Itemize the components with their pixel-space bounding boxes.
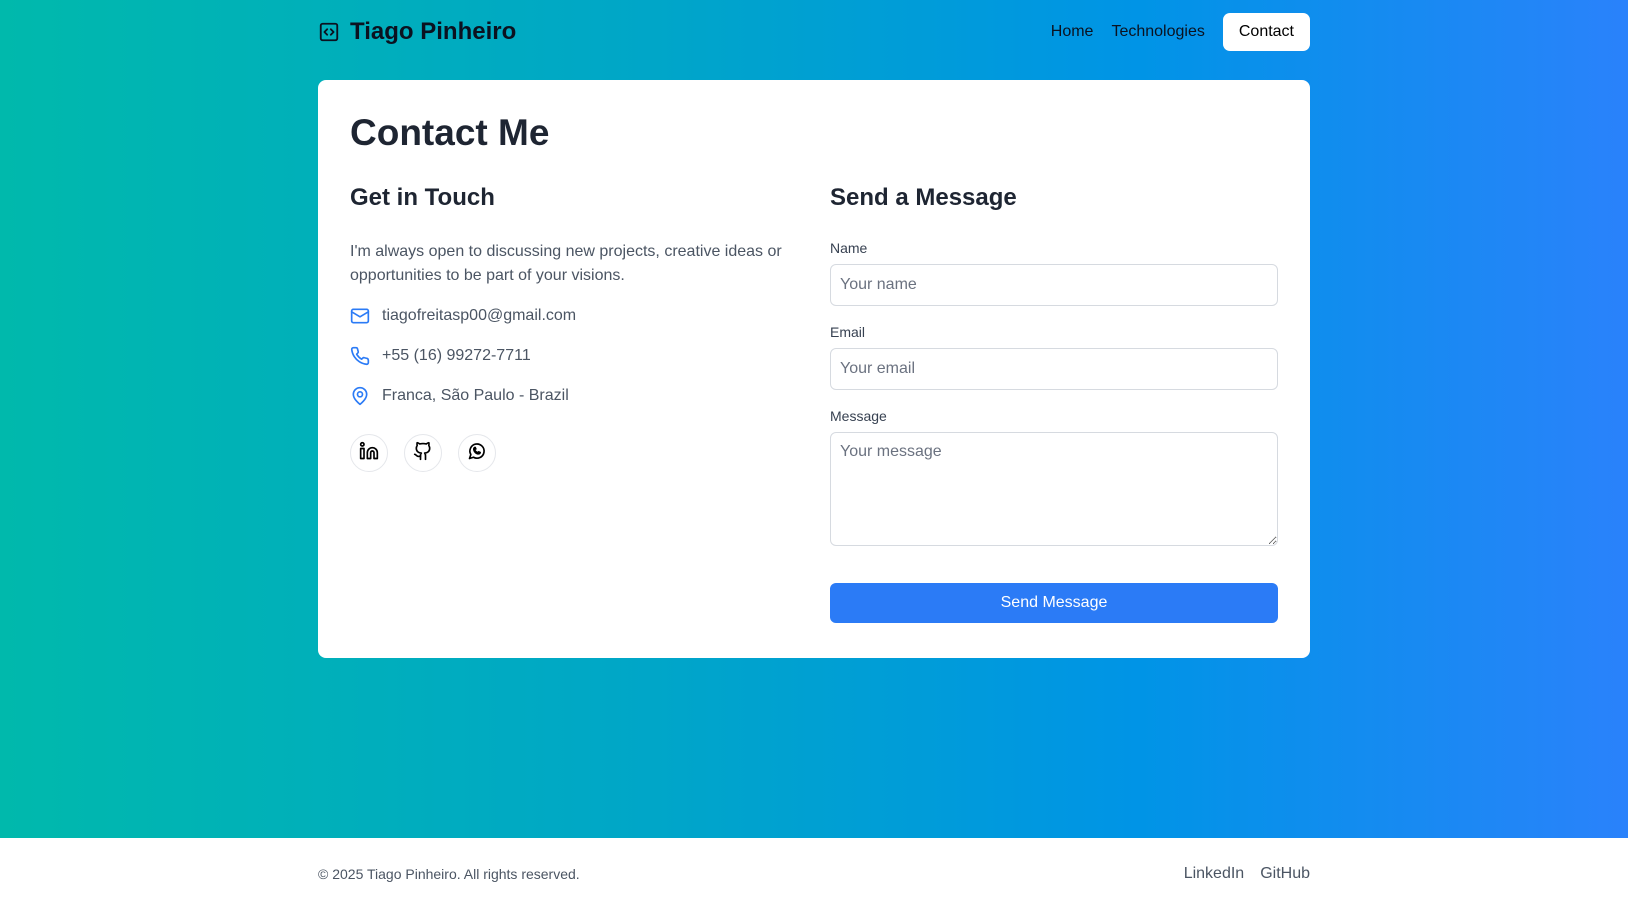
mail-icon [350, 306, 370, 326]
site-footer: © 2025 Tiago Pinheiro. All rights reserv… [318, 856, 1310, 892]
send-message-title: Send a Message [830, 184, 1017, 211]
contact-list: tiagofreitasp00@gmail.com +55 (16) 99272… [350, 304, 790, 408]
page-title: Contact Me [350, 112, 550, 153]
social-links [350, 434, 790, 472]
contact-location-text: Franca, São Paulo - Brazil [382, 387, 569, 404]
message-textarea[interactable] [830, 432, 1278, 546]
name-field-group: Name [830, 240, 1278, 306]
email-label: Email [830, 324, 866, 340]
brand-name: Tiago Pinheiro [350, 18, 517, 45]
intro-text: I'm always open to discussing new projec… [350, 243, 782, 284]
send-message-section: Send a Message Name Email Message Send M… [830, 184, 1278, 623]
main-nav: Home Technologies Contact [1051, 13, 1310, 51]
nav-home[interactable]: Home [1051, 23, 1094, 41]
message-field-group: Message [830, 408, 1278, 551]
linkedin-button[interactable] [350, 434, 388, 472]
get-in-touch-section: Get in Touch I'm always open to discussi… [350, 184, 790, 623]
message-label: Message [830, 408, 887, 424]
code-icon [318, 21, 340, 43]
get-in-touch-title: Get in Touch [350, 184, 495, 211]
footer-github-link[interactable]: GitHub [1260, 865, 1310, 883]
github-button[interactable] [404, 434, 442, 472]
copyright-text: © 2025 Tiago Pinheiro. All rights reserv… [318, 866, 580, 882]
contact-phone: +55 (16) 99272-7711 [350, 344, 790, 368]
send-message-button[interactable]: Send Message [830, 583, 1278, 623]
contact-card: Contact Me Get in Touch I'm always open … [318, 80, 1310, 658]
brand[interactable]: Tiago Pinheiro [318, 18, 516, 46]
contact-form: Name Email Message Send Message [830, 240, 1278, 623]
email-field-group: Email [830, 324, 1278, 390]
contact-email: tiagofreitasp00@gmail.com [350, 304, 790, 328]
contact-location: Franca, São Paulo - Brazil [350, 384, 790, 408]
contact-phone-text: +55 (16) 99272-7711 [382, 347, 531, 364]
footer-links: LinkedIn GitHub [1184, 865, 1310, 883]
phone-icon [350, 346, 370, 366]
nav-contact[interactable]: Contact [1222, 13, 1310, 51]
map-pin-icon [350, 386, 370, 406]
contact-email-text: tiagofreitasp00@gmail.com [382, 307, 577, 324]
contact-columns: Get in Touch I'm always open to discussi… [350, 184, 1278, 623]
whatsapp-button[interactable] [458, 434, 496, 472]
whatsapp-icon [467, 441, 487, 466]
name-label: Name [830, 240, 868, 256]
footer-linkedin-link[interactable]: LinkedIn [1184, 865, 1245, 883]
nav-technologies[interactable]: Technologies [1111, 23, 1204, 41]
github-icon [413, 441, 433, 466]
site-header: Tiago Pinheiro Home Technologies Contact [318, 12, 1310, 52]
name-input[interactable] [830, 264, 1278, 306]
linkedin-icon [359, 441, 379, 466]
email-input[interactable] [830, 348, 1278, 390]
